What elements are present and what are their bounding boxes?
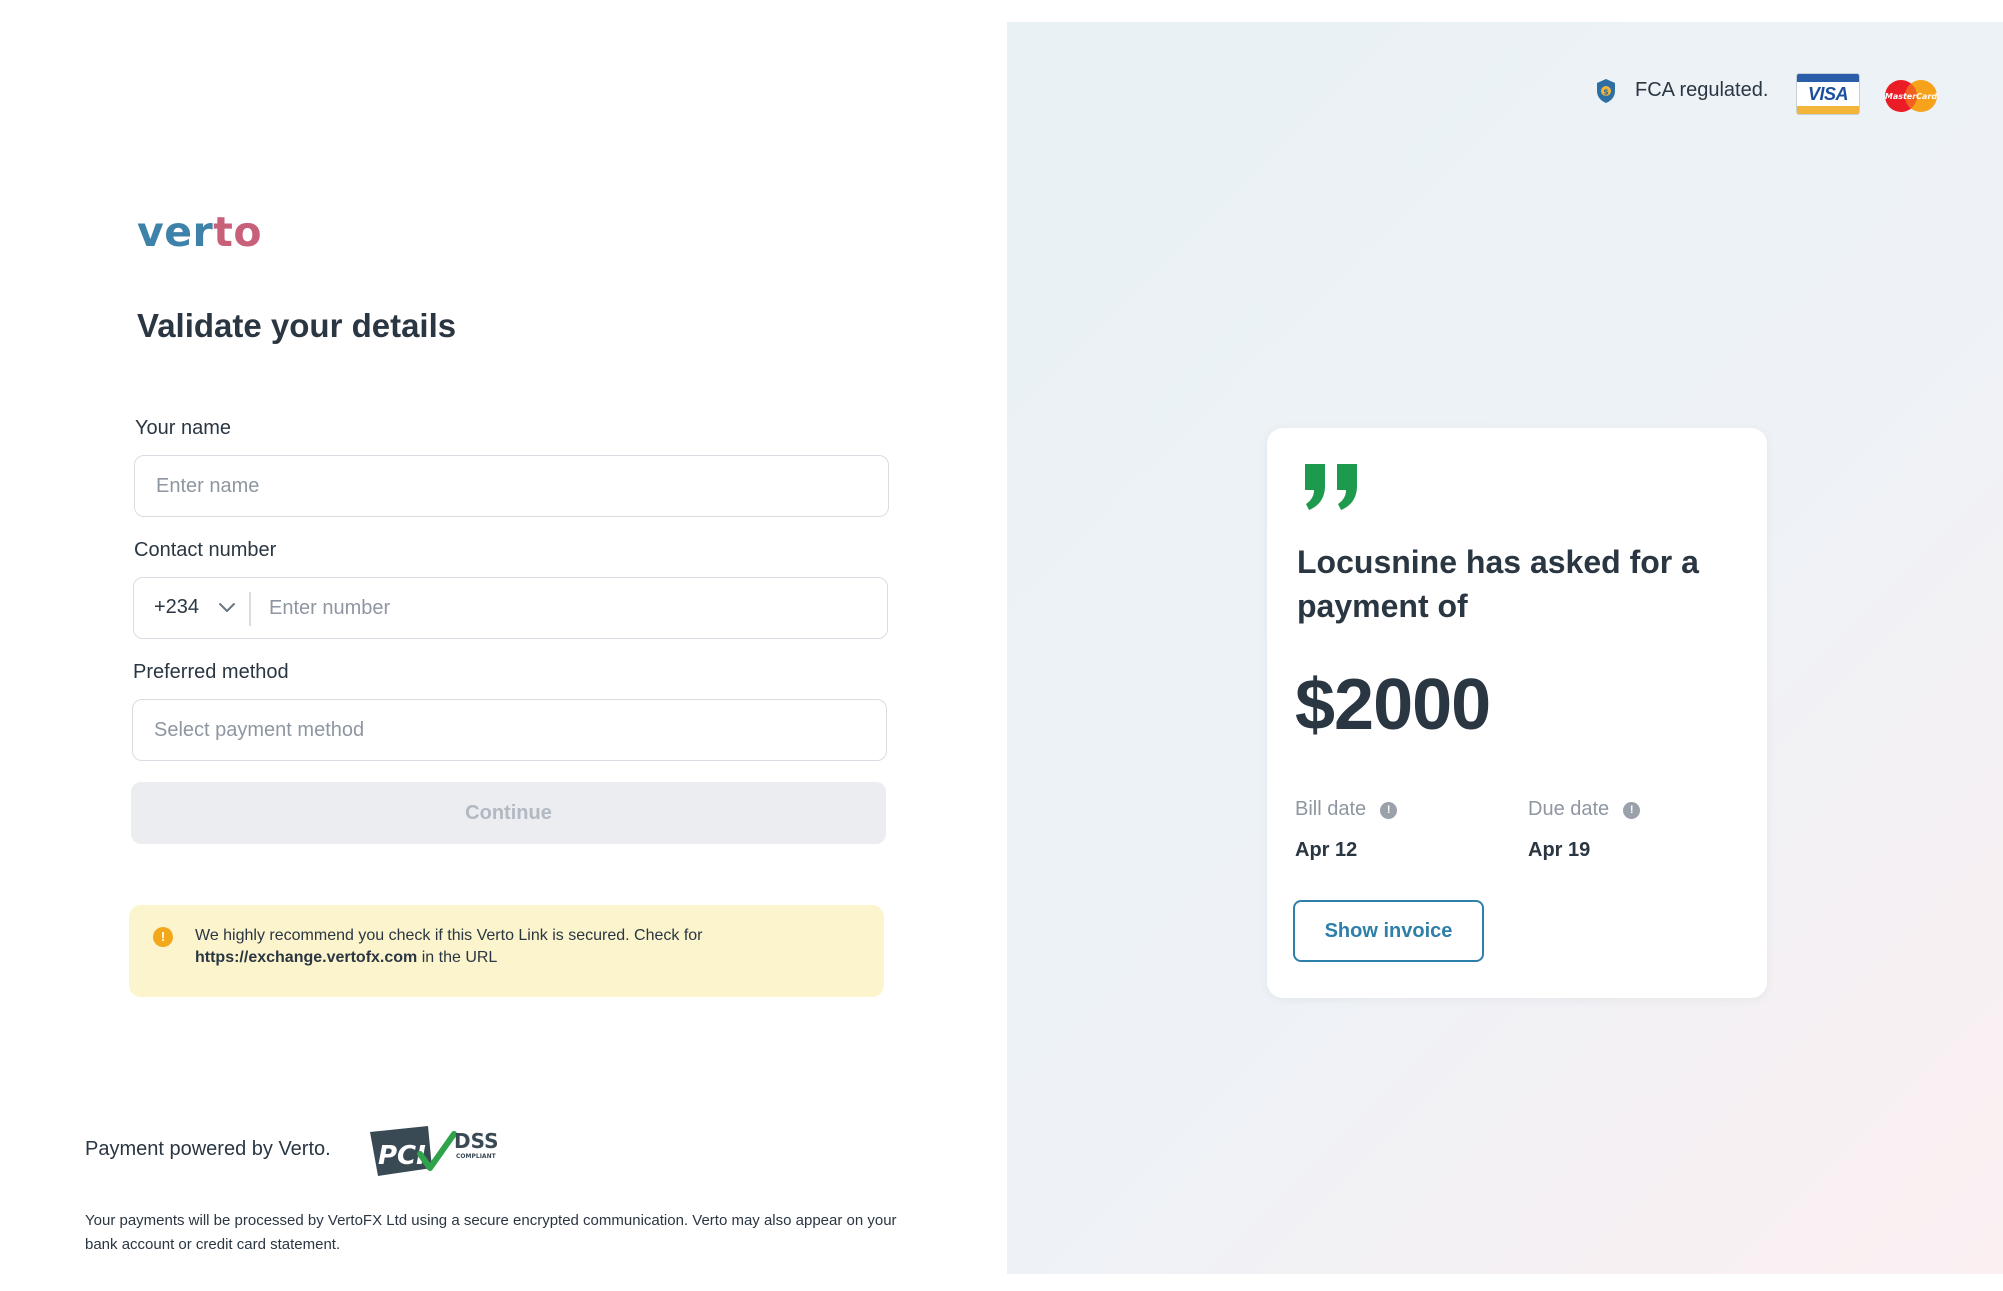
visa-logo: VISA <box>1796 73 1860 115</box>
warning-text-before: We highly recommend you check if this Ve… <box>195 927 703 944</box>
contact-field: +234 Enter number <box>133 577 888 639</box>
request-amount: $2000 <box>1295 665 1491 745</box>
quote-icon <box>1305 464 1357 510</box>
warning-url: https://exchange.vertofx.com <box>195 949 418 966</box>
powered-by-text: Payment powered by Verto. <box>85 1138 331 1160</box>
mastercard-logo: MasterCard <box>1885 80 1938 112</box>
logo-part-2: to <box>213 208 263 256</box>
visa-band-bottom <box>1797 106 1859 114</box>
country-code-select[interactable]: +234 <box>154 596 199 619</box>
name-input[interactable]: Enter name <box>134 455 889 517</box>
continue-label: Continue <box>465 802 552 824</box>
mastercard-text: MasterCard <box>1885 92 1938 101</box>
bill-date-label: Bill date! <box>1295 798 1398 821</box>
page-title: Validate your details <box>137 307 457 344</box>
dss-text: DSS <box>454 1129 499 1153</box>
field-divider <box>249 592 251 626</box>
name-placeholder: Enter name <box>156 475 260 497</box>
shield-icon: $ <box>1597 79 1615 103</box>
bill-date-label-text: Bill date <box>1295 798 1367 820</box>
continue-button[interactable]: Continue <box>131 782 886 844</box>
method-label: Preferred method <box>133 661 289 683</box>
due-date-value: Apr 19 <box>1528 839 1591 861</box>
verto-logo: verto <box>137 208 262 256</box>
contact-label: Contact number <box>134 539 277 561</box>
warning-text-after: in the URL <box>421 949 498 966</box>
bill-date-value: Apr 12 <box>1295 839 1358 861</box>
warning-text: We highly recommend you check if this Ve… <box>195 925 845 969</box>
show-invoice-button[interactable]: Show invoice <box>1293 900 1484 962</box>
visa-text: VISA <box>1807 84 1849 104</box>
logo-part-1: ver <box>137 208 214 256</box>
info-icon[interactable]: ! <box>1380 802 1398 819</box>
chevron-down-icon[interactable] <box>216 596 238 618</box>
info-icon[interactable]: ! <box>1623 802 1641 819</box>
method-placeholder: Select payment method <box>154 719 365 741</box>
name-label: Your name <box>135 417 231 439</box>
compliant-text: COMPLIANT <box>456 1153 497 1160</box>
disclaimer-text: Your payments will be processed by Verto… <box>85 1212 897 1253</box>
request-message: Locusnine has asked for a payment of <box>1297 544 1699 624</box>
security-warning: ! We highly recommend you check if this … <box>129 905 884 997</box>
warning-icon: ! <box>153 927 173 947</box>
pci-dss-logo: PCI DSS COMPLIANT <box>370 1126 499 1176</box>
fca-regulated-text: FCA regulated. <box>1635 79 1769 101</box>
svg-text:$: $ <box>1603 88 1609 97</box>
due-date-label: Due date! <box>1528 798 1641 821</box>
show-invoice-label: Show invoice <box>1324 920 1453 942</box>
visa-band-top <box>1797 74 1859 82</box>
payment-request-card: Locusnine has asked for a payment of $20… <box>1267 428 1767 998</box>
due-date-label-text: Due date <box>1528 798 1610 820</box>
number-input[interactable]: Enter number <box>269 597 390 620</box>
payment-method-select[interactable]: Select payment method <box>132 699 887 761</box>
